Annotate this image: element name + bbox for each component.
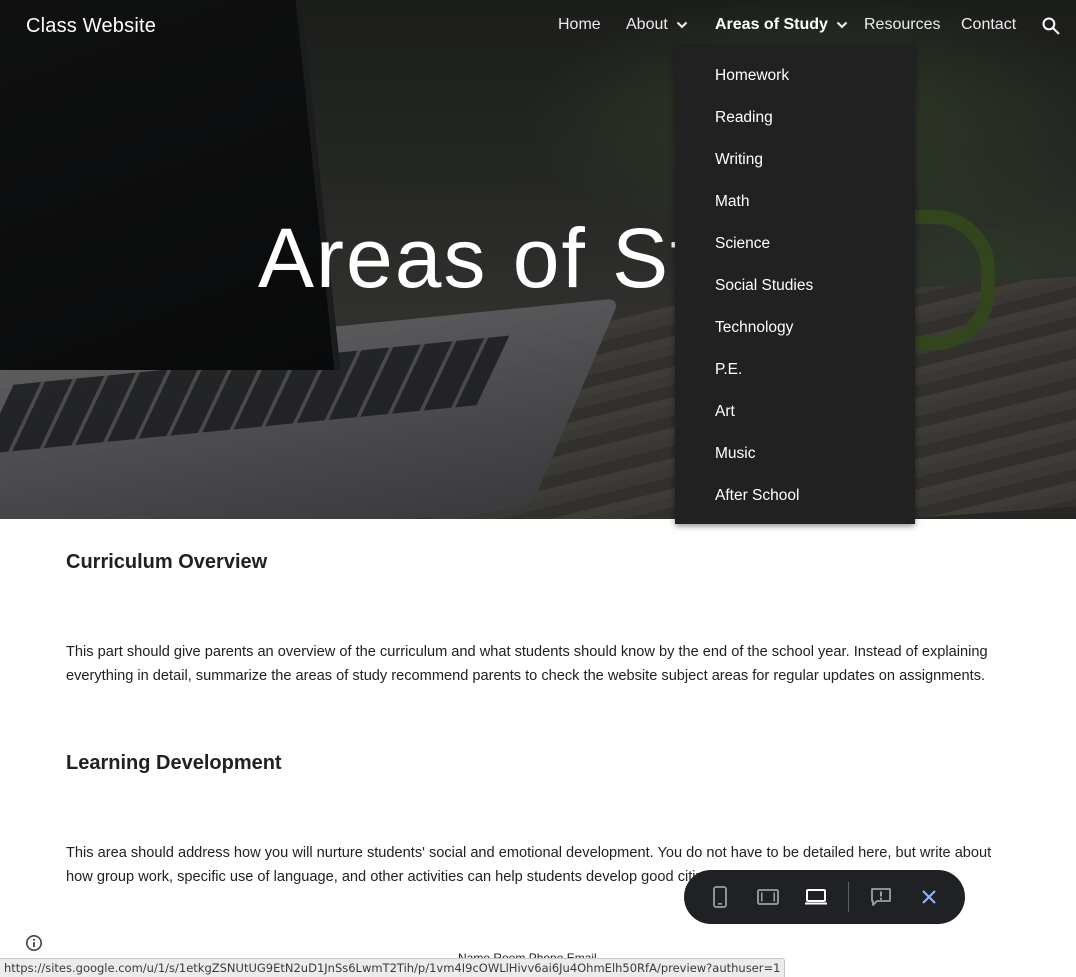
nav-item-label: Home [558, 16, 601, 33]
nav-item-label: Resources [864, 16, 941, 33]
nav-item-contact[interactable]: Contact [961, 16, 1016, 34]
close-icon [922, 890, 936, 904]
search-icon[interactable] [1041, 16, 1061, 36]
dropdown-item-music[interactable]: Music [675, 442, 915, 484]
dropdown-item-science[interactable]: Science [675, 232, 915, 274]
chevron-down-icon[interactable] [836, 19, 848, 31]
section-body-curriculum-overview: This part should give parents an overvie… [66, 644, 988, 684]
tablet-preview-button[interactable] [754, 883, 782, 911]
tablet-icon [757, 889, 779, 905]
dropdown-item-art[interactable]: Art [675, 400, 915, 442]
chevron-down-icon[interactable] [676, 19, 688, 31]
dropdown-item-reading[interactable]: Reading [675, 106, 915, 148]
dropdown-item-writing[interactable]: Writing [675, 148, 915, 190]
dropdown-item-social-studies[interactable]: Social Studies [675, 274, 915, 316]
laptop-icon [805, 889, 827, 905]
nav-item-areas-of-study[interactable]: Areas of Study [715, 16, 848, 34]
info-icon[interactable] [25, 934, 43, 952]
nav-item-about[interactable]: About [626, 16, 688, 34]
nav-item-home[interactable]: Home [558, 16, 601, 34]
nav-item-label: Areas of Study [715, 16, 828, 33]
nav-item-resources[interactable]: Resources [864, 16, 940, 34]
nav-item-label: Contact [961, 16, 1017, 33]
areas-of-study-dropdown: Homework Reading Writing Math Science So… [675, 46, 915, 524]
top-navigation: Home About Areas of Study Resources Cont… [0, 16, 1076, 40]
dropdown-item-after-school[interactable]: After School [675, 484, 915, 526]
dropdown-item-homework[interactable]: Homework [675, 64, 915, 106]
laptop-preview-button[interactable] [802, 883, 830, 911]
phone-icon [713, 886, 727, 908]
section-heading-learning-development: Learning Development [66, 752, 282, 774]
feedback-button[interactable] [867, 883, 895, 911]
dropdown-item-technology[interactable]: Technology [675, 316, 915, 358]
dropdown-item-math[interactable]: Math [675, 190, 915, 232]
toolbar-divider [848, 882, 849, 912]
status-bar-url: https://sites.google.com/u/1/s/1etkgZSNU… [0, 958, 786, 977]
preview-device-toolbar [684, 870, 965, 924]
nav-item-label: About [626, 16, 668, 33]
page-title: Areas of St [258, 211, 696, 305]
feedback-icon [871, 888, 891, 906]
dropdown-item-pe[interactable]: P.E. [675, 358, 915, 400]
phone-preview-button[interactable] [706, 883, 734, 911]
section-heading-curriculum-overview: Curriculum Overview [66, 551, 268, 573]
close-preview-button[interactable] [915, 883, 943, 911]
